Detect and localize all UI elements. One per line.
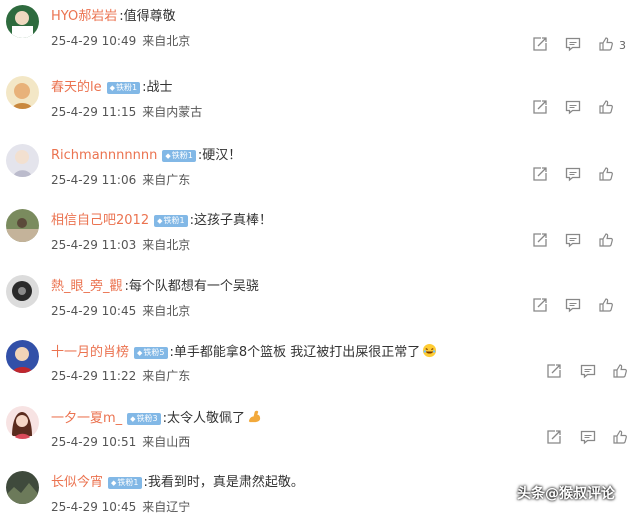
comment-meta: 25-4-29 11:06 来自广东	[51, 172, 190, 188]
comment-icon[interactable]	[565, 297, 581, 313]
fan-badge-label: 铁粉1	[163, 216, 185, 225]
repost-icon[interactable]	[532, 99, 548, 115]
comment-icon[interactable]	[580, 363, 596, 379]
comment-line: 熱_眼_旁_觀:每个队都想有一个吴骁	[51, 278, 259, 296]
comment-meta: 25-4-29 10:49 来自北京	[51, 33, 190, 49]
timestamp: 25-4-29 11:22	[51, 369, 137, 383]
timestamp: 25-4-29 10:45	[51, 304, 137, 318]
comment-line: 一夕一夏m_ ◆铁粉3:太令人敬佩了	[51, 409, 262, 428]
avatar[interactable]	[6, 275, 39, 308]
fan-badge: ◆铁粉1	[162, 150, 196, 162]
timestamp: 25-4-29 11:03	[51, 238, 137, 252]
comment-meta: 25-4-29 11:15 来自内蒙古	[51, 104, 202, 120]
username[interactable]: 十一月的肖榜	[51, 345, 129, 360]
fan-badge-icon: ◆	[130, 415, 136, 423]
comment-meta: 25-4-29 11:03 来自北京	[51, 237, 190, 253]
comment-line: 十一月的肖榜 ◆铁粉5:单手都能拿8个篮板 我辽被打出屎很正常了	[51, 343, 437, 362]
fan-badge-label: 铁粉1	[117, 478, 139, 487]
repost-icon[interactable]	[546, 363, 562, 379]
fan-badge-icon: ◆	[165, 152, 171, 160]
comment-meta: 25-4-29 10:45 来自北京	[51, 303, 190, 319]
username[interactable]: Richmannnnnnn	[51, 148, 157, 163]
location: 来自北京	[142, 304, 191, 318]
repost-icon[interactable]	[532, 297, 548, 313]
timestamp: 25-4-29 10:49	[51, 34, 137, 48]
timestamp: 25-4-29 10:45	[51, 500, 137, 514]
avatar[interactable]	[6, 340, 39, 373]
fan-badge: ◆铁粉1	[154, 215, 188, 227]
avatar[interactable]	[6, 5, 39, 38]
fan-badge-icon: ◆	[109, 84, 116, 92]
username[interactable]: 相信自己吧2012	[51, 213, 149, 228]
comment-line: Richmannnnnnn ◆铁粉1:硬汉！	[51, 147, 241, 165]
repost-icon[interactable]	[532, 36, 548, 52]
username[interactable]: HYO郝岩岩	[51, 9, 117, 24]
username[interactable]: 春天的le	[51, 80, 102, 95]
avatar[interactable]	[6, 76, 39, 109]
location: 来自广东	[142, 173, 191, 187]
fan-badge: ◆铁粉3	[127, 413, 161, 425]
comment-icon[interactable]	[565, 166, 581, 182]
comment-meta: 25-4-29 10:45 来自辽宁	[51, 499, 190, 515]
comment-text: :我看到时，真是肃然起敬。	[143, 475, 304, 490]
fan-badge-label: 铁粉1	[171, 151, 193, 160]
location: 来自山西	[142, 435, 191, 449]
comment-text: :硬汉！	[197, 148, 242, 163]
like-icon[interactable]	[598, 36, 614, 52]
comment-text: :值得尊敬	[119, 9, 176, 24]
avatar[interactable]	[6, 209, 39, 242]
fan-badge-label: 铁粉5	[143, 348, 165, 357]
fan-badge-label: 铁粉3	[136, 414, 158, 423]
username[interactable]: 熱_眼_旁_觀	[51, 279, 123, 294]
comment-text: :战士	[142, 80, 173, 95]
timestamp: 25-4-29 11:06	[51, 173, 137, 187]
timestamp: 25-4-29 10:51	[51, 435, 137, 449]
fan-badge: ◆铁粉1	[108, 477, 142, 489]
location: 来自北京	[142, 238, 191, 252]
repost-icon[interactable]	[532, 166, 548, 182]
like-icon[interactable]	[598, 99, 614, 115]
comment-line: 相信自己吧2012 ◆铁粉1:这孩子真棒！	[51, 212, 272, 230]
comment-line: HYO郝岩岩:值得尊敬	[51, 8, 176, 26]
like-count: 3	[619, 39, 626, 52]
like-icon[interactable]	[612, 363, 628, 379]
fan-badge-icon: ◆	[137, 349, 143, 357]
like-icon[interactable]	[598, 232, 614, 248]
fan-badge-icon: ◆	[111, 479, 117, 487]
avatar[interactable]	[6, 471, 39, 504]
like-icon[interactable]	[598, 166, 614, 182]
location: 来自辽宁	[142, 500, 191, 514]
fan-badge: ◆铁粉1	[106, 82, 141, 94]
watermark: 头条@猴叔评论	[517, 486, 615, 502]
comment-line: 长似今宵 ◆铁粉1:我看到时，真是肃然起敬。	[51, 474, 304, 492]
avatar[interactable]	[6, 406, 39, 439]
comment-text: :每个队都想有一个吴骁	[124, 279, 259, 294]
like-icon[interactable]	[598, 297, 614, 313]
comment-text: :这孩子真棒！	[189, 213, 272, 228]
username[interactable]: 一夕一夏m_	[51, 411, 122, 426]
location: 来自广东	[142, 369, 191, 383]
fan-badge-icon: ◆	[157, 217, 163, 225]
laughing-emoji-icon	[422, 343, 437, 358]
username[interactable]: 长似今宵	[51, 475, 103, 490]
repost-icon[interactable]	[546, 429, 562, 445]
comment-line: 春天的le ◆铁粉1:战士	[51, 79, 173, 97]
comment-icon[interactable]	[565, 36, 581, 52]
flexed-arm-emoji-icon	[247, 409, 262, 424]
avatar[interactable]	[6, 144, 39, 177]
timestamp: 25-4-29 11:15	[51, 105, 137, 119]
location: 来自内蒙古	[142, 105, 203, 119]
location: 来自北京	[142, 34, 191, 48]
comment-icon[interactable]	[565, 232, 581, 248]
comment-text: :太令人敬佩了	[162, 411, 246, 426]
comment-icon[interactable]	[565, 99, 581, 115]
fan-badge-label: 铁粉1	[116, 83, 138, 92]
comment-meta: 25-4-29 10:51 来自山西	[51, 434, 190, 450]
comment-meta: 25-4-29 11:22 来自广东	[51, 368, 190, 384]
repost-icon[interactable]	[532, 232, 548, 248]
comment-icon[interactable]	[580, 429, 596, 445]
comment-text: :单手都能拿8个篮板 我辽被打出屎很正常了	[169, 345, 421, 360]
fan-badge: ◆铁粉5	[134, 347, 168, 359]
like-icon[interactable]	[612, 429, 628, 445]
